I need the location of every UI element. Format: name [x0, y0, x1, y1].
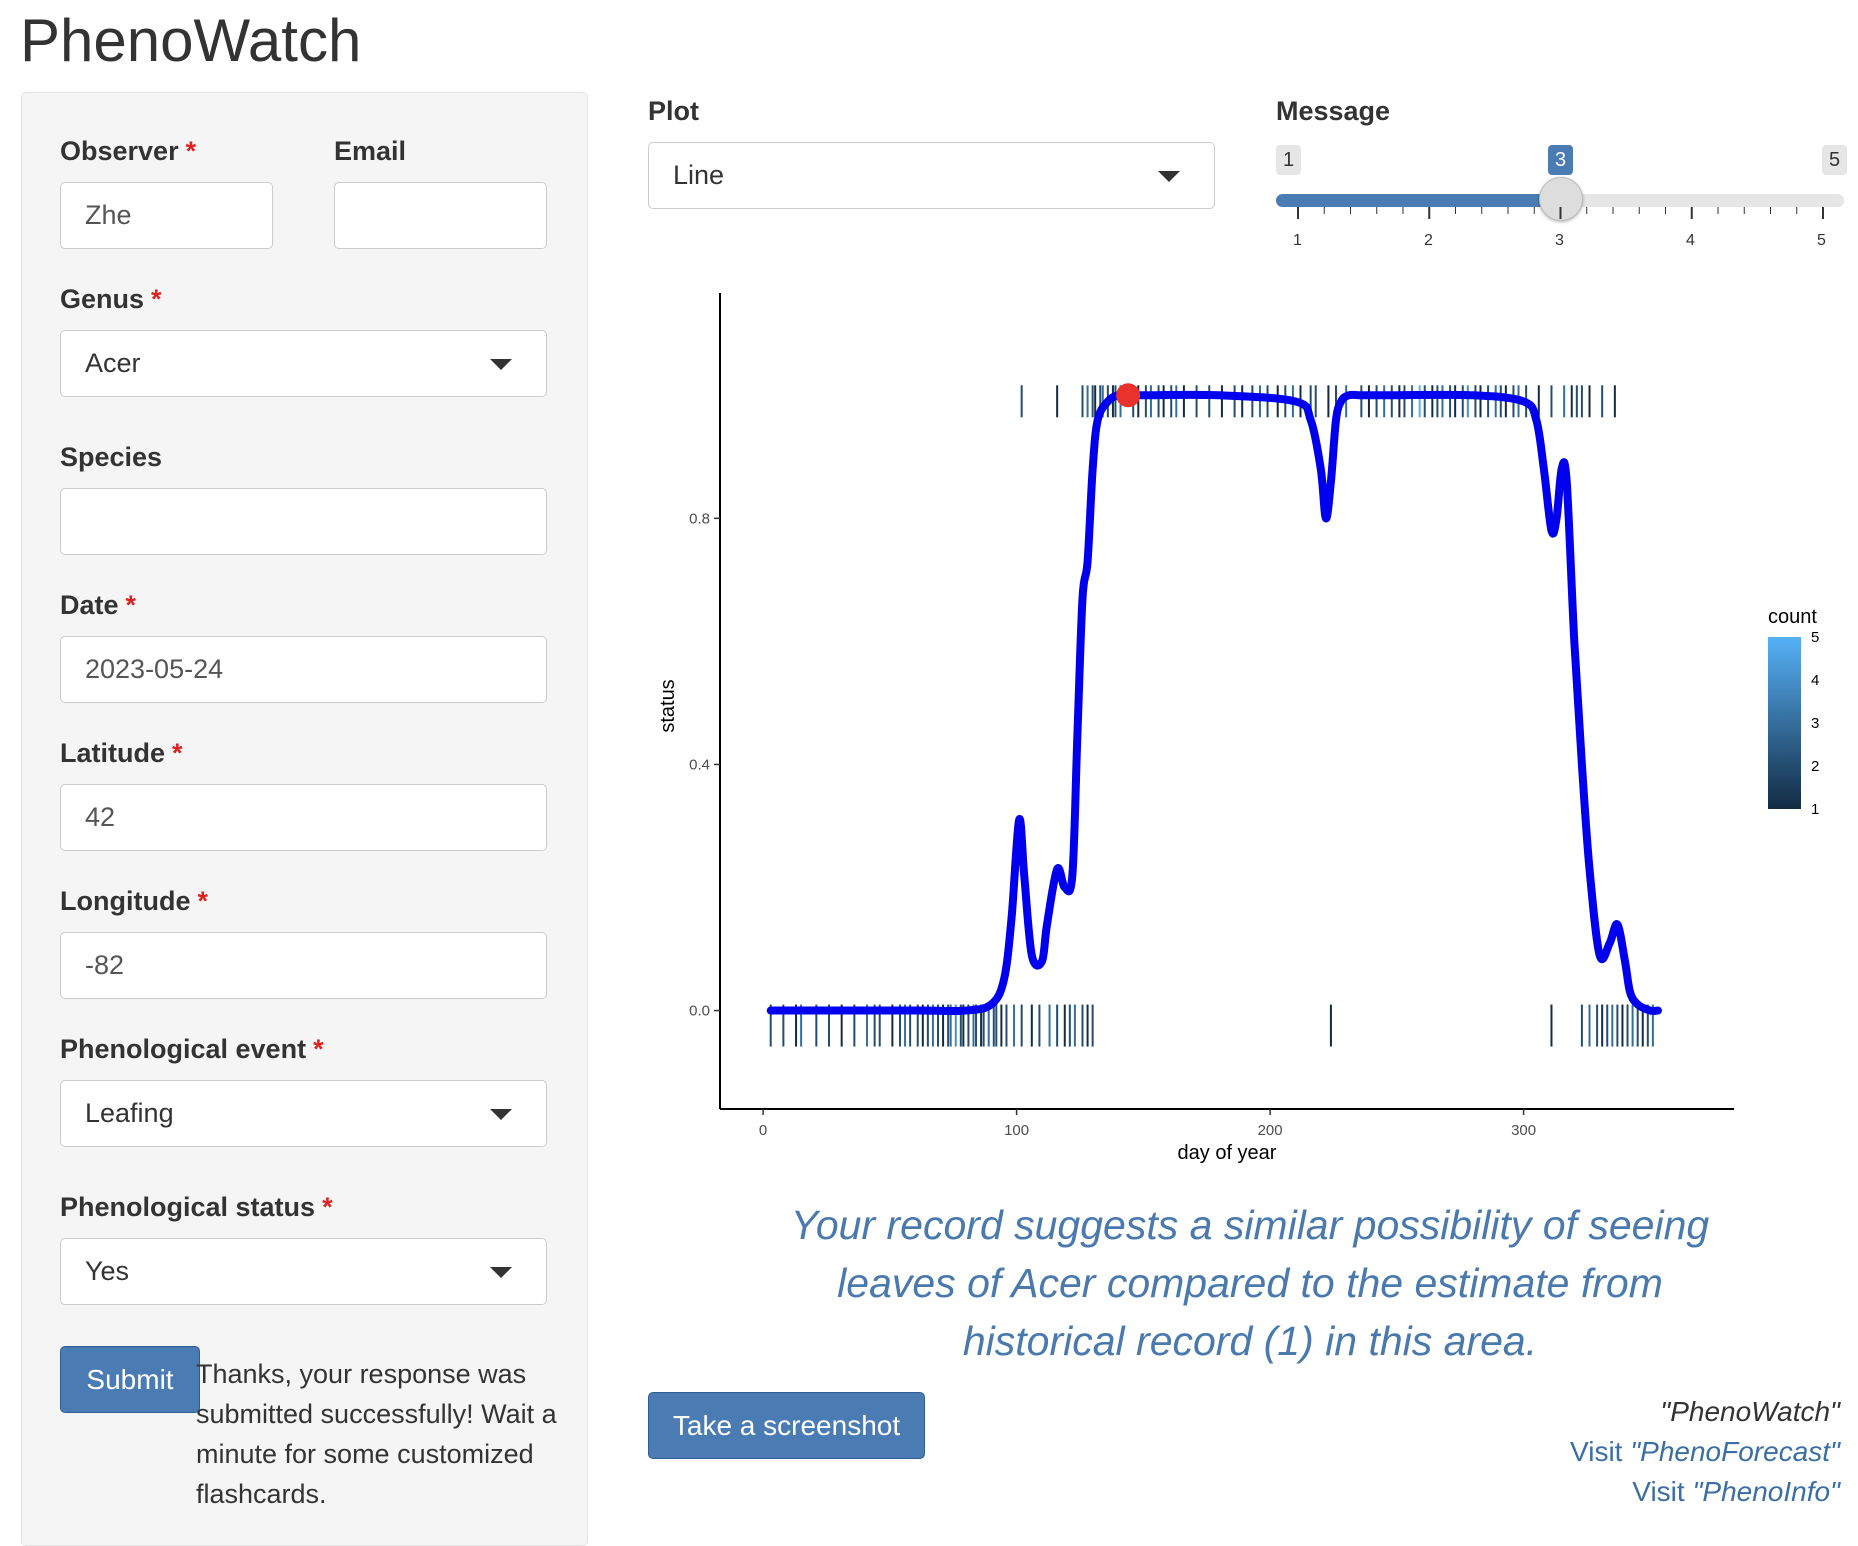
x-tick-label: 0: [759, 1122, 767, 1139]
slider-tick-label: 4: [1686, 232, 1695, 249]
longitude-label-text: Longitude: [60, 886, 191, 916]
slider-tick-label: 2: [1424, 232, 1433, 249]
legend-labels: 5 4 3 2 1: [1811, 629, 1819, 818]
x-axis-label: day of year: [1178, 1142, 1277, 1164]
event-label-text: Phenological event: [60, 1034, 307, 1064]
app-title: PhenoWatch: [20, 7, 362, 74]
caret-down-icon: [490, 359, 512, 370]
date-input[interactable]: 2023-05-24: [60, 636, 547, 703]
genus-label: Genus *: [60, 284, 162, 315]
message-slider-fill: [1276, 194, 1561, 207]
y-tick-label: 0.4: [689, 756, 710, 773]
event-select-value: Leafing: [85, 1098, 174, 1128]
status-select[interactable]: Yes: [60, 1238, 547, 1305]
phenoinfo-link[interactable]: Visit "PhenoInfo": [1632, 1476, 1840, 1508]
phenology-chart: 0 100 200 300 0.0 0.4 0.8 day of year status c…: [657, 293, 1819, 1164]
footer-app-name: "PhenoWatch": [1660, 1396, 1840, 1427]
genus-select-value: Acer: [85, 348, 141, 378]
message-label: Message: [1276, 96, 1391, 126]
legend-label: 2: [1811, 758, 1819, 775]
slider-value-label: 3: [1548, 145, 1574, 175]
legend-colorbar: [1768, 637, 1801, 809]
email-label: Email: [334, 136, 407, 166]
genus-select[interactable]: Acer: [60, 330, 547, 397]
status-select-value: Yes: [85, 1256, 130, 1286]
date-label-text: Date: [60, 590, 119, 620]
required-marker: *: [197, 886, 208, 916]
observer-input[interactable]: Zhe: [60, 182, 273, 249]
current-observation-point: [1116, 383, 1141, 408]
legend-label: 5: [1811, 629, 1819, 646]
take-screenshot-button[interactable]: Take a screenshot: [648, 1392, 925, 1459]
slider-tick-label: 3: [1555, 232, 1564, 249]
latitude-input[interactable]: 42: [60, 784, 547, 851]
slider-tick-marks: [1297, 207, 1824, 219]
plot-select-value: Line: [673, 160, 725, 190]
link-prefix: Visit: [1570, 1436, 1623, 1467]
event-select[interactable]: Leafing: [60, 1080, 547, 1147]
required-marker: *: [313, 1034, 324, 1064]
x-tick-label: 300: [1511, 1122, 1536, 1139]
feedback-message: Your record suggests a similar possibili…: [790, 1202, 1710, 1364]
caret-down-icon: [1158, 171, 1180, 182]
status-label-text: Phenological status: [60, 1192, 316, 1222]
email-input[interactable]: [334, 182, 547, 249]
species-label: Species: [60, 442, 163, 472]
legend-title: count: [1768, 606, 1817, 628]
observer-label-text: Observer: [60, 136, 179, 166]
link-name: "PhenoInfo": [1692, 1476, 1840, 1507]
rug-marks: [769, 385, 1654, 1047]
plot-label: Plot: [648, 96, 699, 126]
longitude-input[interactable]: -82: [60, 932, 547, 999]
species-input[interactable]: [60, 488, 547, 555]
latitude-label-text: Latitude: [60, 738, 165, 768]
required-marker: *: [125, 590, 137, 620]
plot-select[interactable]: Line: [648, 142, 1215, 209]
x-tick-label: 200: [1258, 1122, 1283, 1139]
submit-message: Thanks, your response was submitted succ…: [196, 1359, 557, 1509]
link-prefix: Visit: [1632, 1476, 1685, 1507]
submit-button[interactable]: Submit: [60, 1346, 200, 1413]
x-tick-label: 100: [1004, 1122, 1029, 1139]
y-axis-label: status: [657, 679, 679, 732]
longitude-label: Longitude *: [60, 886, 208, 917]
slider-tick-label: 1: [1293, 232, 1302, 249]
caret-down-icon: [490, 1267, 512, 1278]
slider-tick-label: 5: [1817, 232, 1826, 249]
required-marker: *: [322, 1192, 333, 1222]
observer-label: Observer *: [60, 136, 196, 167]
status-label: Phenological status *: [60, 1192, 333, 1223]
y-tick-label: 0.0: [689, 1003, 710, 1020]
link-name: "PhenoForecast": [1630, 1436, 1840, 1467]
phenoforecast-link[interactable]: Visit "PhenoForecast": [1570, 1436, 1840, 1468]
latitude-label: Latitude *: [60, 738, 183, 769]
y-tick-label: 0.8: [689, 510, 710, 527]
date-label: Date *: [60, 590, 136, 621]
required-marker: *: [172, 738, 183, 768]
slider-min-label: 1: [1276, 145, 1302, 175]
required-marker: *: [185, 136, 197, 166]
legend-label: 4: [1811, 672, 1819, 689]
caret-down-icon: [490, 1109, 512, 1120]
legend-label: 3: [1811, 715, 1819, 732]
genus-label-text: Genus: [60, 284, 145, 314]
required-marker: *: [151, 284, 162, 314]
legend-label: 1: [1811, 801, 1819, 818]
status-curve: [766, 390, 1662, 1016]
event-label: Phenological event *: [60, 1034, 324, 1065]
slider-max-label: 5: [1822, 145, 1848, 175]
